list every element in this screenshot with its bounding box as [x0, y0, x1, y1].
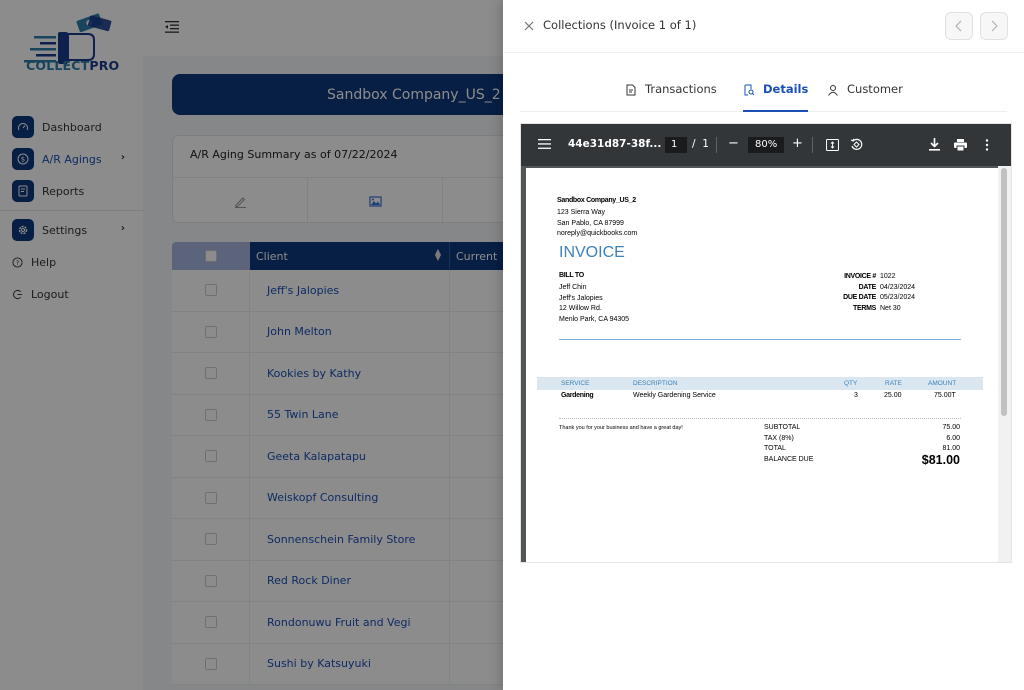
- bill-to-label: BILL TO: [559, 272, 584, 279]
- zoom-out-button[interactable]: −: [728, 136, 739, 151]
- invoice-line-item: Gardening Weekly Gardening Service 3 25.…: [561, 392, 956, 399]
- print-icon[interactable]: [954, 139, 967, 151]
- rotate-icon[interactable]: [850, 138, 863, 151]
- close-icon[interactable]: [522, 19, 536, 33]
- zoom-in-button[interactable]: +: [792, 136, 803, 151]
- menu-icon[interactable]: [538, 138, 551, 150]
- invoice-company-name: Sandbox Company_US_2: [557, 197, 636, 204]
- pdf-page-count: / 1: [692, 138, 709, 150]
- pdf-page-area[interactable]: Sandbox Company_US_2 123 Sierra Way San …: [521, 166, 1011, 562]
- invoice-line-header: SERVICE DESCRIPTION QTY RATE AMOUNT: [537, 377, 983, 390]
- invoice-divider: [559, 339, 961, 340]
- tab-details[interactable]: Details: [743, 82, 809, 112]
- pdf-page-input[interactable]: 1: [665, 137, 687, 153]
- pdf-viewer: 44e31d87-38f... 1 / 1 − 80% + Sandbox Co…: [520, 123, 1012, 563]
- drawer-tabs: Transactions Details Customer: [520, 74, 1007, 112]
- pdf-file-name: 44e31d87-38f...: [568, 138, 662, 150]
- drawer-title: Collections (Invoice 1 of 1): [543, 18, 697, 32]
- pdf-scrollbar[interactable]: [998, 166, 1011, 562]
- invoice-terms-row: TERMS Net 30: [852, 304, 901, 312]
- chevron-left-icon: [955, 20, 962, 32]
- pdf-toolbar: 44e31d87-38f... 1 / 1 − 80% +: [521, 124, 1011, 166]
- more-options-icon[interactable]: [985, 139, 989, 151]
- subtotal-row: SUBTOTAL 75.00: [764, 424, 960, 431]
- drawer-header: Collections (Invoice 1 of 1): [503, 0, 1024, 53]
- invoice-number-row: INVOICE #1022: [844, 273, 896, 280]
- balance-due-row: BALANCE DUE $81.00: [764, 452, 960, 467]
- fit-page-icon[interactable]: [826, 139, 839, 151]
- download-icon[interactable]: [929, 138, 940, 151]
- previous-invoice-button[interactable]: [945, 12, 973, 40]
- invoice-company-address: 123 Sierra Way San Pablo, CA 87999 norep…: [557, 209, 638, 237]
- invoice-title: INVOICE: [559, 244, 625, 261]
- invoice-due-date-row: DUE DATE 05/23/2024: [843, 294, 916, 301]
- toolbar-divider: [812, 137, 813, 153]
- invoice-dotted-divider: [559, 418, 961, 419]
- toolbar-divider: [716, 137, 717, 153]
- next-invoice-button[interactable]: [980, 12, 1008, 40]
- bill-to-address: Jeff Chin Jeff's Jalopies 12 Willow Rd. …: [559, 284, 630, 323]
- tab-transactions[interactable]: Transactions: [625, 82, 717, 112]
- collections-drawer: Collections (Invoice 1 of 1) Transaction…: [503, 0, 1024, 690]
- invoice-totals: SUBTOTAL 75.00 TAX (8%) 6.00 TOTAL 81.00 BA…: [764, 423, 960, 465]
- invoice-meta: INVOICE #1022 DATE 04/23/2024 DUE DATE 05/…: [808, 272, 915, 314]
- scrollbar-thumb[interactable]: [1001, 168, 1007, 416]
- zoom-level-input[interactable]: 80%: [748, 137, 784, 153]
- invoice-page: Sandbox Company_US_2 123 Sierra Way San …: [526, 168, 998, 562]
- document-icon: [626, 84, 636, 96]
- user-icon: [828, 85, 838, 96]
- tax-row: TAX (8%) 6.00: [764, 434, 960, 442]
- tab-customer[interactable]: Customer: [827, 82, 903, 112]
- document-search-icon: [744, 84, 755, 96]
- chevron-right-icon: [991, 20, 998, 32]
- invoice-date-row: DATE 04/23/2024: [858, 283, 916, 291]
- invoice-thanks-note: Thank you for your business and have a g…: [559, 425, 683, 431]
